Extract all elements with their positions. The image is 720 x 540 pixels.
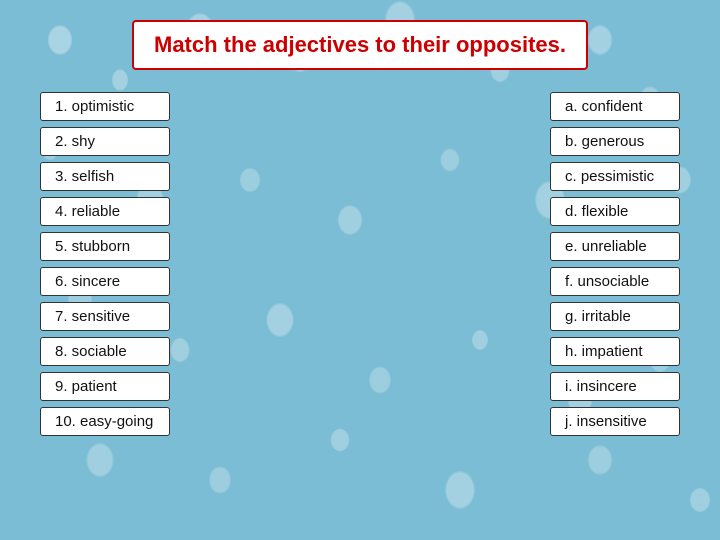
right-item-i: i. insincere [550,372,680,401]
right-item-c: c. pessimistic [550,162,680,191]
main-container: Match the adjectives to their opposites.… [0,0,720,540]
right-item-h: h. impatient [550,337,680,366]
left-item-9: 9. patient [40,372,170,401]
left-item-10: 10. easy-going [40,407,170,436]
left-item-5: 5. stubborn [40,232,170,261]
right-column: a. confident b. generous c. pessimistic d. … [550,92,680,436]
left-item-7: 7. sensitive [40,302,170,331]
right-item-j: j. insensitive [550,407,680,436]
title-text: Match the adjectives to their opposites. [154,32,566,57]
right-item-e: e. unreliable [550,232,680,261]
title-box: Match the adjectives to their opposites. [132,20,588,70]
right-item-g: g. irritable [550,302,680,331]
columns-container: 1. optimistic 2. shy 3. selfish 4. reliable… [20,92,700,436]
right-item-f: f. unsociable [550,267,680,296]
left-item-6: 6. sincere [40,267,170,296]
left-column: 1. optimistic 2. shy 3. selfish 4. reliable… [40,92,170,436]
right-item-b: b. generous [550,127,680,156]
right-item-a: a. confident [550,92,680,121]
left-item-4: 4. reliable [40,197,170,226]
left-item-3: 3. selfish [40,162,170,191]
left-item-8: 8. sociable [40,337,170,366]
left-item-2: 2. shy [40,127,170,156]
right-item-d: d. flexible [550,197,680,226]
left-item-1: 1. optimistic [40,92,170,121]
